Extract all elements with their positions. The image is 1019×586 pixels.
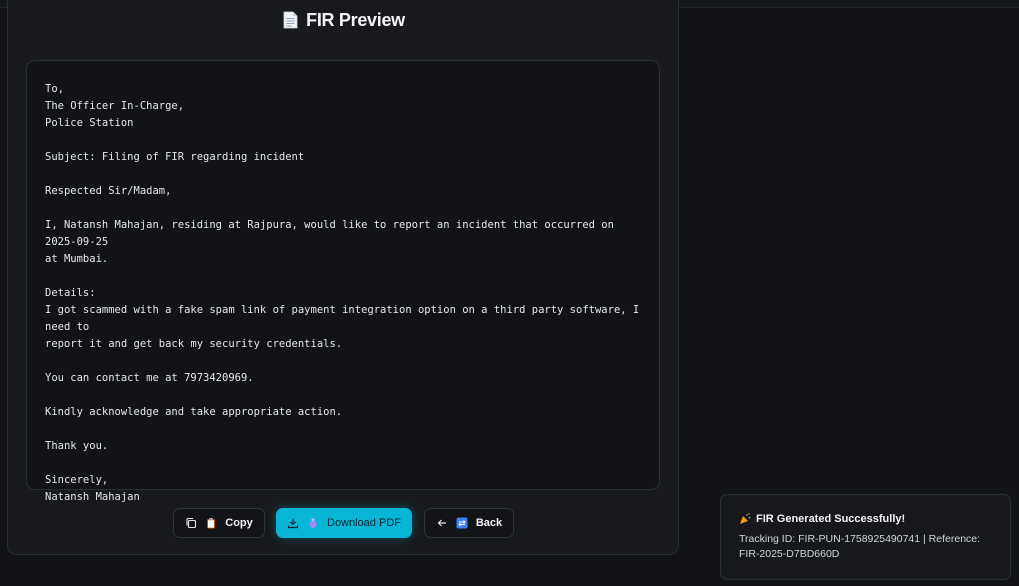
- toast-title: FIR Generated Successfully!: [739, 513, 996, 525]
- download-pdf-label: Download PDF: [327, 517, 401, 529]
- fir-preview-panel: FIR Preview To, The Officer In-Charge, P…: [7, 0, 679, 555]
- document-icon: [283, 11, 298, 29]
- bag-icon: [309, 518, 317, 529]
- download-icon: [287, 518, 299, 529]
- fir-letter-container: To, The Officer In-Charge, Police Statio…: [26, 60, 660, 503]
- party-popper-icon: [740, 513, 751, 524]
- success-toast[interactable]: FIR Generated Successfully! Tracking ID:…: [720, 494, 1011, 580]
- toast-message: Tracking ID: FIR-PUN-1758925490741 | Ref…: [739, 533, 981, 560]
- copy-button[interactable]: Copy: [173, 508, 265, 538]
- clipboard-icon: [207, 518, 216, 529]
- action-buttons: Copy Download PDF Back: [8, 508, 680, 538]
- page-title-text: FIR Preview: [306, 9, 405, 30]
- copy-icon: [186, 517, 197, 529]
- arrow-left-icon: [437, 519, 446, 527]
- back-button[interactable]: Back: [424, 508, 514, 538]
- download-pdf-button[interactable]: Download PDF: [276, 508, 412, 538]
- toast-title-text: FIR Generated Successfully!: [756, 513, 906, 525]
- page-title: FIR Preview: [8, 6, 680, 34]
- return-icon: [456, 517, 468, 529]
- fir-letter-text: To, The Officer In-Charge, Police Statio…: [45, 83, 640, 503]
- copy-label: Copy: [225, 517, 253, 529]
- back-label: Back: [475, 517, 503, 529]
